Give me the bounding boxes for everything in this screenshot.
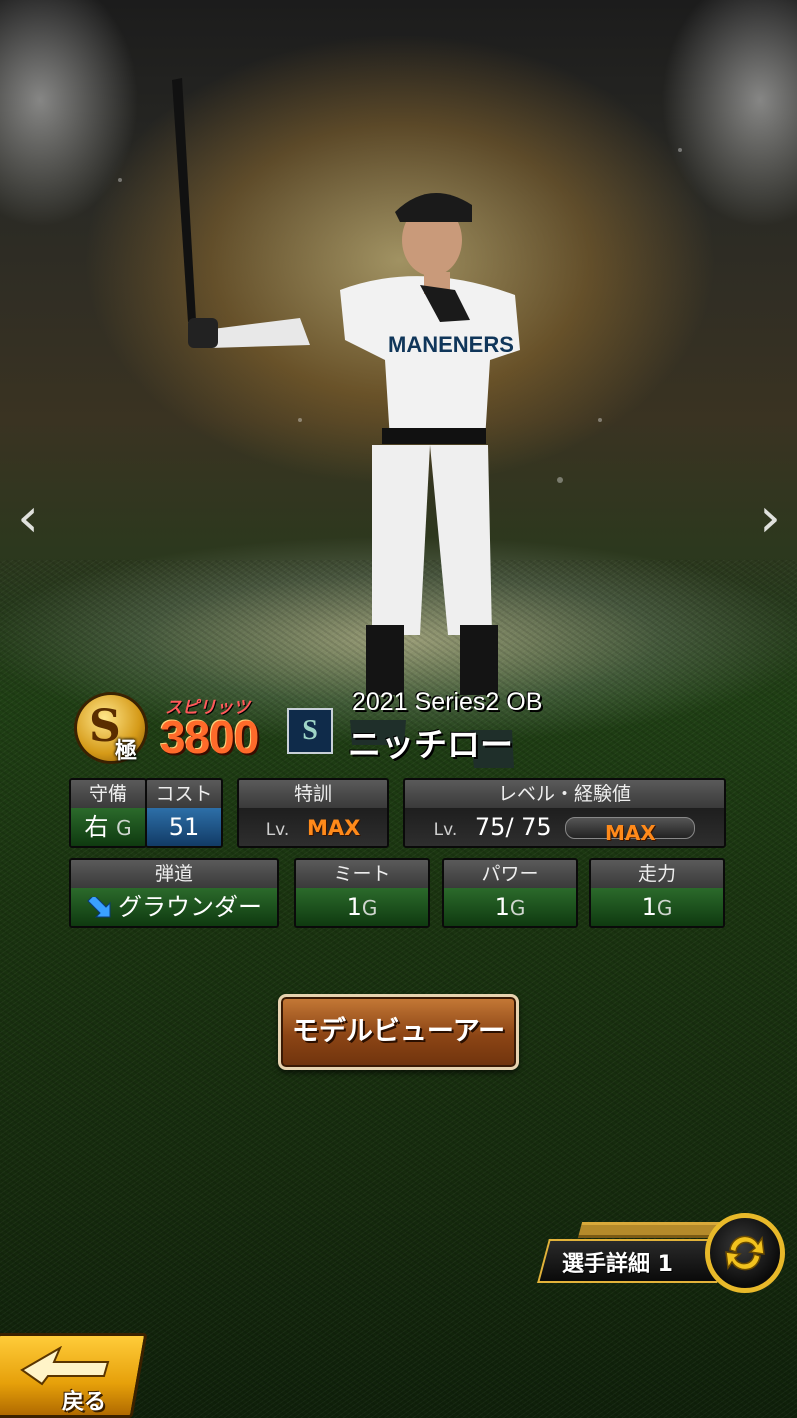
rank-badge: S 極 (74, 692, 148, 764)
trajectory-value: グラウンダー (118, 893, 262, 921)
rank-sub-label: 極 (115, 739, 138, 764)
power-header: パワー (444, 860, 576, 888)
position-header: 守備 (71, 780, 145, 808)
position-value-cell: 右 G (71, 808, 145, 846)
meet-value: 1 (346, 893, 362, 921)
level-header: レベル・経験値 (405, 780, 724, 808)
back-arrow-icon (20, 1346, 110, 1386)
swap-arrows-icon (725, 1235, 765, 1271)
training-lv-label: Lv. (265, 820, 290, 840)
speed-value-cell: 1G (591, 888, 723, 926)
power-grade: G (509, 896, 526, 920)
swap-detail-button[interactable] (705, 1213, 785, 1293)
training-value: MAX (306, 816, 361, 840)
power-value: 1 (494, 893, 510, 921)
player-detail-stripes (577, 1222, 723, 1238)
meet-grade: G (361, 896, 378, 920)
trajectory-value-cell: グラウンダー (71, 888, 277, 926)
speed-header: 走力 (591, 860, 723, 888)
previous-player-button[interactable]: ‹ (8, 488, 48, 548)
trajectory-panel: 弾道 グラウンダー (69, 858, 279, 928)
svg-text:MANENERS: MANENERS (388, 332, 514, 357)
training-value-cell: Lv. MAX (239, 808, 387, 846)
training-header: 特訓 (239, 780, 387, 808)
team-logo-icon: S (287, 708, 333, 754)
training-panel: 特訓 Lv. MAX (237, 778, 389, 848)
player-image: MANENERS (118, 78, 682, 768)
speed-grade: G (656, 896, 673, 920)
power-panel: パワー 1G (442, 858, 578, 928)
player-name: ニッチロー (348, 725, 513, 764)
model-viewer-button[interactable]: モデルビューアー (278, 994, 519, 1070)
trajectory-header: 弾道 (71, 860, 277, 888)
exp-label: MAX (604, 821, 656, 845)
spirits-value: 3800 (160, 711, 259, 763)
level-value-cell: Lv. 75/ 75 MAX (405, 808, 724, 846)
next-player-button[interactable]: › (750, 488, 790, 548)
position-value: 右 (84, 813, 109, 841)
exp-bar: MAX (565, 817, 696, 845)
power-value-cell: 1G (444, 888, 576, 926)
meet-header: ミート (296, 860, 428, 888)
position-panel: 守備 右 G (69, 778, 147, 848)
cost-header: コスト (147, 780, 221, 808)
level-panel: レベル・経験値 Lv. 75/ 75 MAX (403, 778, 726, 848)
meet-panel: ミート 1G (294, 858, 430, 928)
cost-value: 51 (147, 808, 221, 846)
player-card-screen: MANENERS ‹ › S 極 スピリッツ 3800 S 2021 Serie… (0, 0, 797, 1418)
level-value: 75/ 75 (474, 813, 552, 841)
player-detail-label[interactable]: 選手詳細 1 (562, 1246, 673, 1278)
card-series: 2021 Series2 OB (352, 688, 543, 716)
speed-value: 1 (641, 893, 657, 921)
level-lv-label: Lv. (433, 820, 458, 840)
cost-panel: コスト 51 (145, 778, 223, 848)
trajectory-arrow-icon (87, 897, 111, 918)
back-label[interactable]: 戻る (62, 1384, 106, 1416)
speed-panel: 走力 1G (589, 858, 725, 928)
position-grade: G (116, 816, 132, 840)
meet-value-cell: 1G (296, 888, 428, 926)
